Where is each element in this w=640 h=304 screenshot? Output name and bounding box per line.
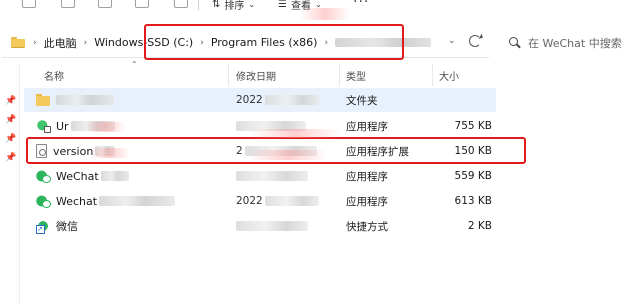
file-size: 2 KB [467, 220, 492, 232]
sort-icon: ⇅ [212, 0, 221, 10]
file-name: Ur [56, 119, 69, 133]
file-row[interactable]: 2022 文件夹 [24, 88, 496, 112]
file-name: Wechat [56, 194, 98, 208]
chevron-right-icon: › [33, 37, 37, 48]
column-header-type[interactable]: 类型 [346, 66, 366, 84]
more-options-button[interactable]: ··· [353, 0, 369, 10]
column-divider[interactable] [228, 64, 229, 86]
file-date [236, 220, 308, 232]
folder-icon [11, 37, 25, 48]
smudge [248, 150, 328, 160]
search-icon [509, 37, 521, 49]
paste-icon[interactable] [98, 0, 112, 8]
app-icon [36, 119, 51, 133]
file-name: WeChat [56, 169, 99, 183]
chevron-right-icon: › [83, 37, 88, 48]
wechat-shortcut-icon [36, 219, 50, 234]
sort-label: 排序 [224, 1, 245, 12]
redacted-name [56, 95, 114, 105]
folder-icon [36, 93, 50, 107]
address-history-chevron-icon[interactable]: ⌄ [448, 36, 456, 46]
column-divider[interactable] [339, 64, 340, 86]
file-type: 文件夹 [346, 94, 378, 107]
view-icon: ☰ [278, 0, 287, 10]
redacted-name [99, 196, 176, 206]
column-divider[interactable] [432, 64, 433, 86]
wechat-icon [36, 194, 51, 208]
sort-indicator-icon: ⌃ [131, 60, 138, 69]
search-box[interactable]: 在 WeChat 中搜索 [494, 28, 638, 58]
smudge [90, 148, 130, 158]
highlight-box-address [144, 24, 404, 60]
smudge [250, 129, 340, 138]
file-type: 应用程序 [346, 120, 388, 133]
column-header-name[interactable]: 名称 [44, 66, 64, 84]
file-date [236, 170, 308, 182]
file-type: 应用程序 [346, 170, 388, 183]
file-type: 快捷方式 [346, 220, 388, 233]
file-row[interactable]: 微信 快捷方式 2 KB [24, 214, 496, 238]
pin-icon[interactable]: 📌 [5, 134, 16, 144]
pin-icon[interactable]: 📌 [5, 115, 16, 125]
smudge [86, 122, 126, 132]
column-header-date[interactable]: 修改日期 [236, 66, 276, 84]
file-date: 2022 [236, 94, 319, 106]
breadcrumb-this-pc[interactable]: 此电脑 [44, 35, 77, 51]
file-row[interactable]: Wechat 2022 应用程序 613 KB [24, 189, 496, 213]
smudge [300, 8, 350, 20]
toolbar-divider [198, 0, 199, 10]
file-date: 2022 [236, 195, 319, 207]
share-icon[interactable] [174, 0, 188, 8]
copy-icon[interactable] [61, 0, 75, 8]
file-size: 613 KB [454, 195, 492, 207]
rename-icon[interactable] [135, 0, 149, 8]
chevron-down-icon: ⌄ [248, 0, 256, 9]
navigation-pane: 📌 📌 📌 📌 [0, 64, 20, 304]
redacted-name [100, 171, 129, 181]
file-size: 559 KB [454, 170, 492, 182]
pin-icon[interactable]: 📌 [5, 96, 16, 106]
file-size: 755 KB [454, 120, 492, 132]
wechat-icon [36, 169, 51, 183]
refresh-icon[interactable] [469, 35, 481, 47]
sort-button[interactable]: ⇅ 排序 ⌄ [212, 0, 255, 12]
pin-icon[interactable]: 📌 [5, 153, 16, 163]
cut-icon[interactable] [22, 0, 36, 8]
search-placeholder: 在 WeChat 中搜索 [528, 37, 622, 50]
column-header-size[interactable]: 大小 [439, 66, 459, 84]
file-type: 应用程序 [346, 195, 388, 208]
file-row[interactable]: WeChat 应用程序 559 KB [24, 164, 496, 188]
file-name: 微信 [56, 220, 78, 233]
